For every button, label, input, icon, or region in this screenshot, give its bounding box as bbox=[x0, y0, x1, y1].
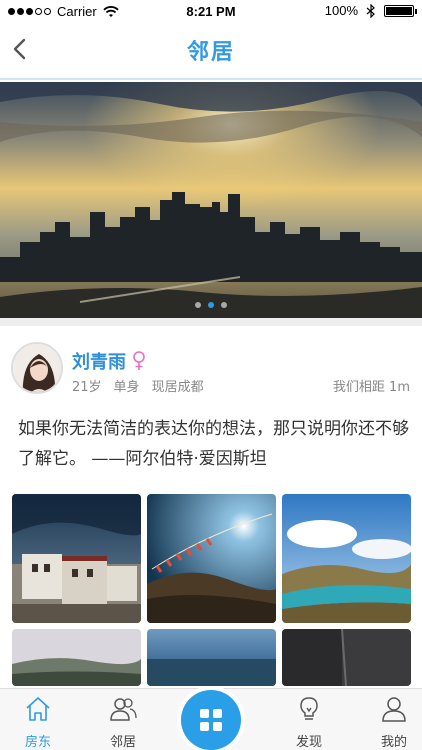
person-icon bbox=[382, 697, 406, 722]
user-name[interactable]: 刘青雨 bbox=[72, 348, 126, 374]
distance-label: 我们相距 1m bbox=[332, 380, 410, 395]
pager-dot-active[interactable] bbox=[208, 302, 214, 308]
tab-landlord[interactable]: 房东 bbox=[3, 689, 73, 750]
navigation-bar: 邻居 bbox=[0, 22, 422, 80]
center-action-button[interactable] bbox=[181, 690, 241, 750]
bluetooth-icon bbox=[366, 3, 375, 18]
tab-discover[interactable]: 发现 bbox=[274, 689, 344, 750]
pager-dot[interactable] bbox=[221, 302, 227, 308]
house-icon bbox=[26, 697, 50, 721]
post-text: 如果你无法简洁的表达你的想法，那只说明你还不够了解它。 ——阿尔伯特·爱因斯坦 bbox=[18, 419, 409, 469]
female-icon bbox=[133, 351, 145, 370]
photo-thumbnail[interactable] bbox=[147, 629, 276, 686]
section-divider bbox=[0, 318, 422, 326]
photo-wall bbox=[282, 629, 411, 686]
photo-sea bbox=[147, 629, 276, 686]
user-meta: 21岁 单身 现居成都 bbox=[72, 376, 204, 395]
photo-monastery bbox=[12, 494, 141, 623]
page-title: 邻居 bbox=[186, 39, 235, 65]
tab-label: 邻居 bbox=[109, 735, 136, 750]
avatar-image bbox=[13, 344, 61, 392]
photo-thumbnail[interactable] bbox=[282, 629, 411, 686]
people-icon bbox=[110, 698, 137, 721]
status-bar: Carrier 8:21 PM 100% bbox=[0, 0, 422, 22]
user-profile-header[interactable]: 刘青雨 21岁 单身 现居成都 我们相距 1m bbox=[0, 326, 422, 406]
tab-label: 我的 bbox=[380, 735, 407, 750]
battery-percent: 100% bbox=[324, 3, 358, 18]
user-age: 21岁 bbox=[72, 380, 102, 395]
user-location: 现居成都 bbox=[151, 380, 204, 395]
photo-prayer-flags bbox=[147, 494, 276, 623]
banner-carousel[interactable] bbox=[0, 82, 422, 318]
tab-label: 房东 bbox=[24, 735, 51, 750]
grid-icon bbox=[200, 709, 222, 731]
tab-mine[interactable]: 我的 bbox=[359, 689, 422, 750]
avatar[interactable] bbox=[11, 342, 63, 394]
tab-label: 发现 bbox=[295, 735, 322, 750]
pager-dot[interactable] bbox=[195, 302, 201, 308]
photo-thumbnail[interactable] bbox=[12, 494, 141, 623]
carousel-pager bbox=[0, 302, 422, 308]
banner-image bbox=[0, 82, 422, 318]
status-right: 100% bbox=[324, 3, 417, 18]
photo-misty bbox=[12, 629, 141, 686]
tab-neighbors[interactable]: 邻居 bbox=[88, 689, 158, 750]
photo-thumbnail[interactable] bbox=[147, 494, 276, 623]
lightbulb-icon bbox=[300, 697, 318, 720]
user-status: 单身 bbox=[113, 380, 140, 395]
photo-thumbnail[interactable] bbox=[282, 494, 411, 623]
photo-thumbnail[interactable] bbox=[12, 629, 141, 686]
battery-icon bbox=[384, 4, 417, 17]
photo-lake bbox=[282, 494, 411, 623]
